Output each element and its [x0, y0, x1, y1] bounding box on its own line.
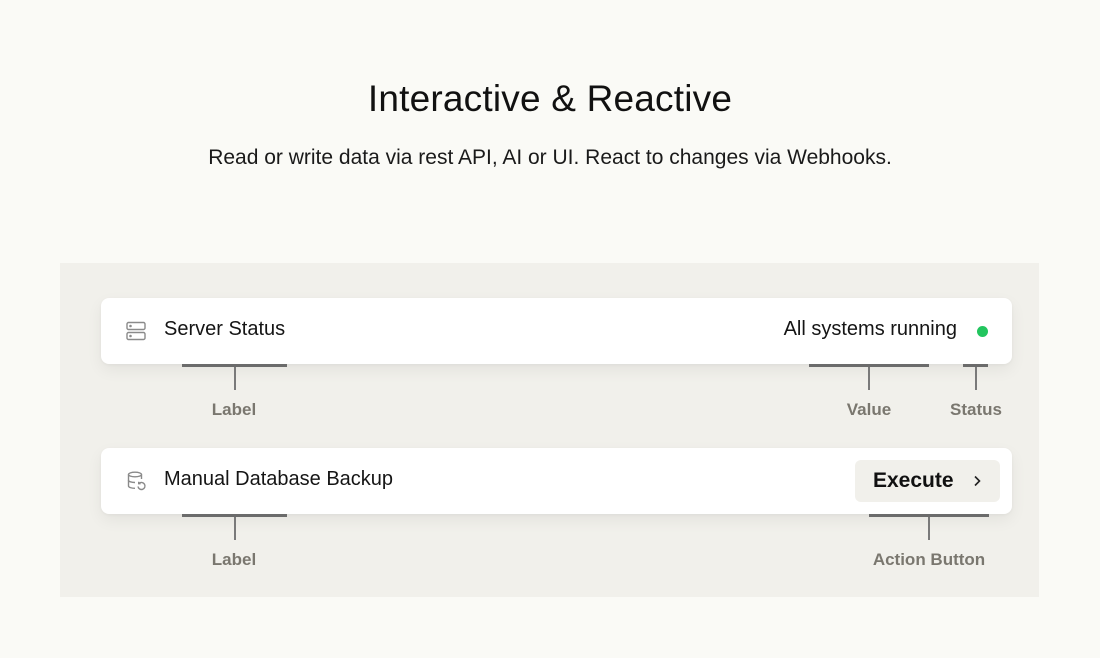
server-status-card: Server Status All systems running	[101, 298, 1012, 364]
annotation-action-button: Action Button	[872, 550, 986, 569]
database-backup-icon	[127, 471, 146, 491]
server-status-value: All systems running	[783, 318, 957, 340]
server-icon	[126, 321, 146, 341]
annotation-tick-status	[975, 367, 977, 390]
annotation-value: Value	[846, 400, 892, 419]
server-status-label: Server Status	[164, 318, 286, 340]
page-title: Interactive & Reactive	[367, 78, 733, 119]
execute-button[interactable]: Execute	[855, 460, 1000, 502]
annotation-tick-action	[928, 517, 930, 540]
annotation-label-2: Label	[211, 550, 257, 569]
database-backup-label: Manual Database Backup	[164, 468, 394, 490]
annotation-tick-label-2	[234, 517, 236, 540]
database-backup-card: Manual Database Backup Execute	[101, 448, 1012, 514]
execute-button-label: Execute	[873, 469, 954, 492]
page-subtitle: Read or write data via rest API, AI or U…	[208, 146, 892, 169]
annotation-tick-label	[234, 367, 236, 390]
chevron-right-icon	[974, 475, 981, 487]
annotation-label: Label	[211, 400, 257, 419]
annotation-tick-value	[868, 367, 870, 390]
demo-panel: Server Status All systems running Label …	[60, 263, 1039, 597]
status-indicator-dot	[977, 326, 988, 337]
annotation-status: Status	[950, 400, 1002, 419]
